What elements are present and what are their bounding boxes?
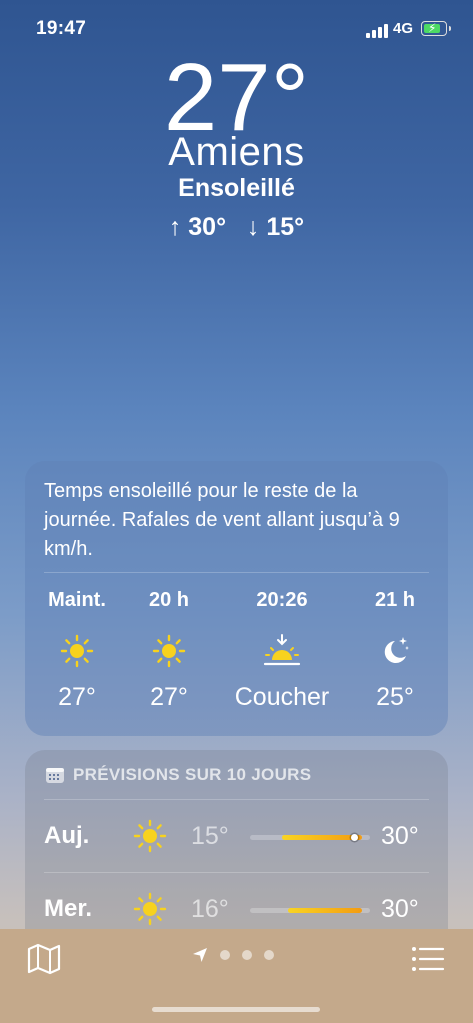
temperature-range-bar: [250, 834, 370, 841]
list-icon[interactable]: [410, 943, 446, 975]
hourly-item: 21 h 25°: [343, 589, 447, 712]
divider: [44, 872, 429, 873]
sun-icon: [117, 627, 221, 675]
high-temperature: 30°: [188, 213, 227, 241]
hour-label: 20:26: [256, 589, 308, 611]
sunset-icon: [230, 627, 334, 675]
forecast-high: 30°: [381, 822, 419, 850]
hour-label: 21 h: [374, 589, 416, 611]
low-temperature: 15°: [266, 213, 305, 241]
current-condition: Ensoleillé: [178, 174, 295, 202]
forecast-day: Auj.: [44, 822, 90, 849]
forecast-row[interactable]: Auj. 15° 30°: [25, 802, 448, 872]
sun-icon: [133, 819, 167, 853]
location-arrow-icon: [193, 948, 207, 962]
temperature-range-fill: [282, 835, 362, 840]
sun-icon: [25, 627, 129, 675]
home-indicator[interactable]: [152, 1007, 320, 1012]
hourly-item: 20 h 27°: [117, 589, 221, 712]
forecast-low: 15°: [191, 822, 229, 850]
page-dot: [242, 950, 252, 960]
page-indicator[interactable]: [192, 947, 274, 963]
forecast-low: 16°: [191, 895, 229, 923]
hour-temperature: 25°: [376, 683, 414, 711]
hourly-item: Maint. 27°: [25, 589, 129, 712]
forecast-title: PRÉVISIONS SUR 10 JOURS: [73, 765, 312, 784]
divider: [44, 799, 429, 800]
battery-icon: ⚡: [421, 21, 451, 36]
high-low-temperatures: ↑ 30° ↓ 15°: [0, 213, 473, 242]
moon-stars-icon: [343, 627, 447, 675]
arrow-up-icon: ↑: [168, 213, 182, 241]
temperature-range-bar: [250, 908, 370, 913]
network-type: 4G: [393, 20, 414, 37]
hour-temperature: 27°: [150, 683, 188, 711]
page-dot: [264, 950, 274, 960]
forecast-day: Mer.: [44, 895, 93, 922]
sun-icon: [133, 892, 167, 926]
current-temperature: 27°: [163, 44, 310, 151]
hourly-item: 20:26 Coucher: [230, 589, 334, 712]
forecast-header: PRÉVISIONS SUR 10 JOURS: [45, 765, 311, 785]
arrow-down-icon: ↓: [246, 213, 260, 241]
hour-temperature: 27°: [58, 683, 96, 711]
temperature-range-fill: [288, 908, 362, 913]
hourly-forecast-card[interactable]: Temps ensoleillé pour le reste de la jou…: [25, 461, 448, 736]
current-temperature-marker: [350, 834, 358, 841]
hour-label: 20 h: [148, 589, 190, 611]
ten-day-forecast-card[interactable]: PRÉVISIONS SUR 10 JOURS Auj. 15° 30° Mer…: [25, 750, 448, 950]
page-dot: [220, 950, 230, 960]
calendar-icon: [46, 768, 64, 783]
divider: [44, 572, 429, 573]
forecast-high: 30°: [381, 895, 419, 923]
cellular-signal-icon: [366, 22, 388, 38]
weather-summary: Temps ensoleillé pour le reste de la jou…: [44, 480, 400, 560]
map-icon[interactable]: [26, 943, 62, 975]
sunset-label: Coucher: [234, 683, 330, 711]
status-time: 19:47: [36, 18, 87, 39]
hour-label: Maint.: [48, 589, 106, 611]
